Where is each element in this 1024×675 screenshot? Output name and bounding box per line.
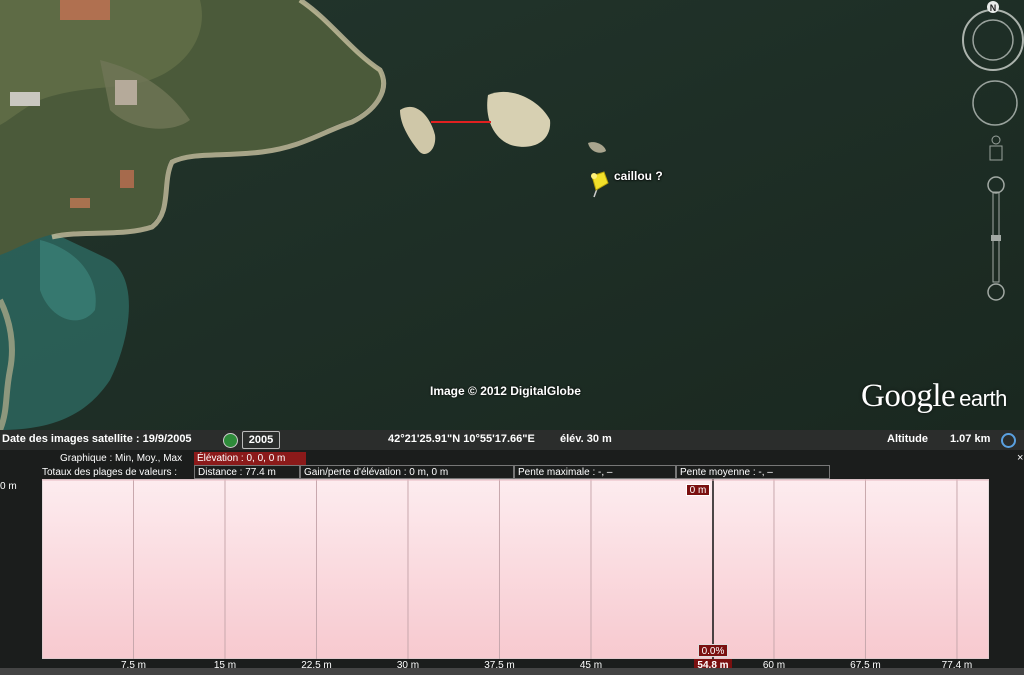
chart-plot-area [42,479,989,659]
satellite-map[interactable]: caillou ? Image © 2012 DigitalGlobe Goog… [0,0,1024,430]
altitude-value: 1.07 km [950,433,991,445]
elevation-chart[interactable] [42,479,989,659]
imagery-copyright: Image © 2012 DigitalGlobe [430,384,581,398]
elevation-readout: élév. 30 m [560,433,612,445]
imagery-date: Date des images satellite : 19/9/2005 [2,433,192,445]
max-slope-stat: Pente maximale : -, – [514,465,676,479]
look-joystick-icon [972,80,1018,126]
google-earth-logo: Google earth [861,378,1007,414]
zoom-slider-icon [987,176,1005,301]
distance-stat: Distance : 77.4 m [194,465,300,479]
imagery-year-button[interactable]: 2005 [242,431,280,449]
y-axis-label: 0 m [0,481,17,492]
elevation-profile-panel: 0 m Graphique : Min, Moy., Max Élévation… [0,450,1024,675]
altitude-label: Altitude [887,433,928,445]
dock-bar [0,668,1024,675]
coordinates-readout: 42°21'25.91"N 10°55'17.66"E [388,433,535,445]
avg-slope-stat: Pente moyenne : -, – [676,465,830,479]
historical-imagery-clock-icon[interactable] [223,433,238,448]
cursor-slope-badge: 0.0% [698,644,728,657]
graph-mode-label: Graphique : Min, Moy., Max [60,453,183,464]
placemark-label[interactable]: caillou ? [614,169,663,183]
status-bar: Date des images satellite : 19/9/2005 20… [0,430,1024,450]
totals-label: Totaux des plages de valeurs : [42,467,178,478]
cursor-elevation-badge: 0 m [686,484,710,496]
compass-north-label: N [990,3,997,13]
close-profile-icon[interactable]: × [1017,452,1023,464]
navigation-controls[interactable]: N [960,0,1024,310]
elevation-summary-box[interactable]: Élévation : 0, 0, 0 m [194,452,306,465]
gain-loss-stat: Gain/perte d'élévation : 0 m, 0 m [300,465,514,479]
loading-indicator-icon [1001,433,1016,448]
street-view-pegman-icon [989,135,1003,161]
map-imagery [0,0,1024,430]
